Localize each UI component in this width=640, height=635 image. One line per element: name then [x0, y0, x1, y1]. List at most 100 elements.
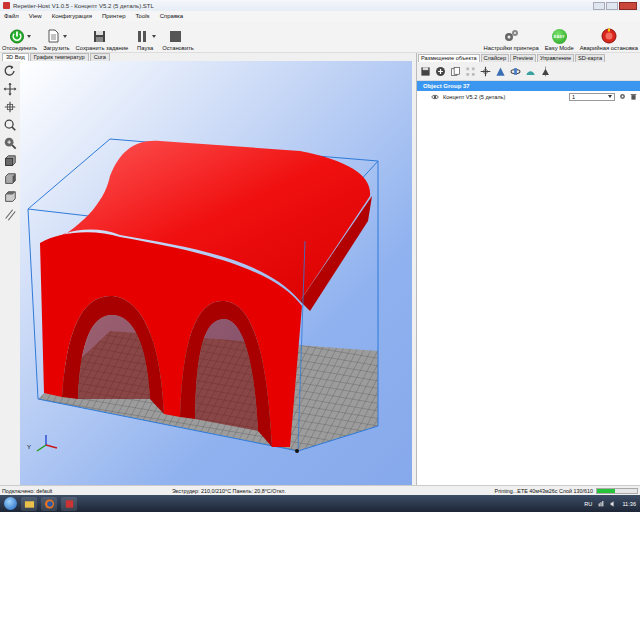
clock[interactable]: 11:36	[622, 501, 636, 507]
panel-tab[interactable]: Слайсер	[481, 54, 510, 62]
menu-item[interactable]: Конфигурация	[52, 13, 92, 19]
main-area: 3D ВидГрафик температурCura Y Размещение о…	[0, 53, 640, 485]
easy-badge: EASY	[554, 34, 565, 39]
save-icon[interactable]	[420, 66, 431, 77]
window-title: Repetier-Host V1.0.5 - Концепт V5.2 (5 д…	[13, 3, 590, 9]
add-icon[interactable]	[435, 66, 446, 77]
taskbar-app[interactable]	[41, 497, 57, 511]
panel-tabs: Размещение объектаСлайсерPreviewУправлен…	[417, 53, 640, 62]
menu-item[interactable]: Принтер	[102, 13, 126, 19]
maximize-button[interactable]	[606, 2, 618, 10]
view-tab[interactable]: Cura	[90, 53, 110, 61]
load-button[interactable]: Загрузить	[43, 28, 69, 51]
dropdown-arrow	[608, 95, 612, 98]
left-column: 3D ВидГрафик температурCura Y	[0, 53, 412, 485]
temperature-status: Экструдер: 210,0/210°C Панель: 20,8°C/От…	[172, 488, 412, 494]
language-indicator[interactable]: RU	[584, 501, 592, 507]
zoom-fit-icon[interactable]	[3, 136, 17, 150]
easy-mode-icon: EASY	[552, 29, 567, 44]
minimize-button[interactable]	[593, 2, 605, 10]
mirror-icon[interactable]	[525, 66, 536, 77]
job-status: Printing...ETE 40м43м26с Слой 130/610	[495, 488, 593, 494]
taskbar: RU 11:36	[0, 495, 640, 512]
object-group-row[interactable]: Object Group 37	[417, 81, 640, 91]
arrange-icon[interactable]	[465, 66, 476, 77]
status-bar: Подключено: defaultЭкструдер: 210,0/210°…	[0, 485, 640, 495]
panel-tab[interactable]: Размещение объекта	[418, 54, 480, 62]
model-scene[interactable]	[20, 61, 412, 485]
object-tools	[417, 62, 640, 81]
connection-status: Подключено: default	[2, 488, 172, 494]
menu-bar: Файл View Конфигурация Принтер Tools Справка	[0, 11, 640, 21]
start-button[interactable]	[4, 497, 17, 510]
object-panel: Размещение объектаСлайсерPreviewУправлен…	[416, 53, 640, 485]
parallel-lines-icon[interactable]	[3, 208, 17, 222]
move-view-icon[interactable]	[3, 82, 17, 96]
object-group-label: Object Group 37	[423, 83, 470, 89]
view-row: Y	[0, 61, 412, 485]
view-tab[interactable]: График температур	[30, 53, 89, 61]
cube-front-icon[interactable]	[3, 154, 17, 168]
pause-button[interactable]: Пауза	[134, 28, 156, 51]
center-icon[interactable]	[480, 66, 491, 77]
repetier-icon	[64, 496, 75, 512]
toolbar-right: Настройки принтера EASYEasy Mode Аварийная…	[484, 28, 638, 51]
toolbar-icon-row	[45, 28, 67, 44]
scale-icon[interactable]	[495, 66, 506, 77]
save-job-button[interactable]: Сохранить задание	[76, 28, 129, 51]
copies-value: 1	[572, 94, 575, 100]
dropdown-arrow[interactable]	[152, 35, 156, 38]
taskbar-app[interactable]	[21, 497, 37, 511]
system-tray: RU 11:36	[584, 501, 636, 507]
load-file-icon	[45, 28, 61, 44]
toolbar: Отсоединить Загрузить Сохранить заданиеПау…	[0, 21, 640, 53]
view-tabs: 3D ВидГрафик температурCura	[0, 53, 412, 61]
trash-icon[interactable]	[630, 93, 637, 100]
copy-icon[interactable]	[450, 66, 461, 77]
menu-item[interactable]: Tools	[136, 13, 150, 19]
menu-item[interactable]: View	[29, 13, 42, 19]
network-icon[interactable]	[598, 501, 604, 507]
zoom-icon[interactable]	[3, 118, 17, 132]
toolbar-icon-row	[91, 28, 113, 44]
volume-icon[interactable]	[610, 501, 616, 507]
gear-icon[interactable]	[619, 93, 626, 100]
progress-fill	[597, 489, 615, 493]
object-row[interactable]: Концепт V5.2 (5 деталь) 1	[417, 91, 640, 102]
panel-tab[interactable]: Управление	[537, 54, 574, 62]
firefox-icon	[44, 496, 55, 512]
rotate-icon[interactable]	[3, 64, 17, 78]
toolbar-label: Загрузить	[43, 45, 69, 51]
axis-label: Y	[27, 444, 31, 450]
close-button[interactable]	[619, 2, 637, 10]
copies-dropdown[interactable]: 1	[569, 93, 615, 101]
printer-settings-button[interactable]: Настройки принтера	[484, 28, 539, 51]
title-bar: Repetier-Host V1.0.5 - Концепт V5.2 (5 д…	[0, 0, 640, 11]
rotate-object-icon[interactable]	[510, 66, 521, 77]
toolbar-icon-row	[134, 28, 156, 44]
object-name: Концепт V5.2 (5 деталь)	[443, 94, 565, 100]
menu-item[interactable]: Файл	[4, 13, 19, 19]
eye-icon[interactable]	[431, 94, 439, 100]
cube-side-icon[interactable]	[3, 172, 17, 186]
pause-icon	[134, 28, 150, 44]
dropdown-arrow[interactable]	[27, 35, 31, 38]
emergency-stop-button[interactable]: Аварийная остановка	[580, 28, 638, 51]
stop-button[interactable]: Остановить	[162, 28, 194, 51]
gears-icon	[503, 28, 519, 44]
panel-tab[interactable]: Preview	[510, 54, 536, 62]
dropdown-arrow[interactable]	[63, 35, 67, 38]
move-object-icon[interactable]	[3, 100, 17, 114]
panel-tab[interactable]: SD-карта	[575, 54, 605, 62]
disconnect-icon	[9, 28, 25, 44]
easy-mode-button[interactable]: EASYEasy Mode	[545, 29, 574, 51]
menu-item[interactable]: Справка	[160, 13, 184, 19]
progress-track	[596, 488, 638, 494]
toolbar-icon-row	[167, 28, 189, 44]
cut-icon[interactable]	[540, 66, 551, 77]
cube-top-icon[interactable]	[3, 190, 17, 204]
disconnect-button[interactable]: Отсоединить	[2, 28, 37, 51]
view-tab[interactable]: 3D Вид	[2, 53, 29, 61]
taskbar-app[interactable]	[61, 497, 77, 511]
3d-view[interactable]: Y	[20, 61, 412, 485]
